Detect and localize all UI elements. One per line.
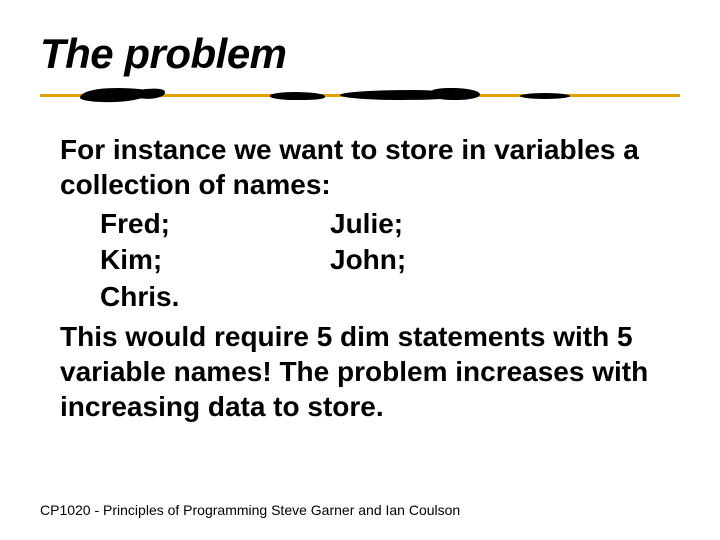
- name-item: Chris.: [100, 279, 330, 315]
- name-item: Julie;: [330, 206, 560, 242]
- name-row: Kim; John;: [100, 242, 670, 278]
- ink-blotch: [520, 93, 570, 99]
- name-row: Fred; Julie;: [100, 206, 670, 242]
- names-list: Fred; Julie; Kim; John; Chris.: [60, 206, 670, 315]
- slide-title: The problem: [40, 30, 680, 78]
- name-row: Chris.: [100, 279, 670, 315]
- outro-text: This would require 5 dim statements with…: [60, 319, 670, 424]
- slide: The problem For instance we want to stor…: [0, 0, 720, 540]
- title-underline: [40, 84, 680, 114]
- name-item: John;: [330, 242, 560, 278]
- slide-footer: CP1020 - Principles of Programming Steve…: [40, 502, 460, 518]
- name-item: Fred;: [100, 206, 330, 242]
- ink-blotch: [80, 87, 150, 103]
- intro-text: For instance we want to store in variabl…: [60, 132, 670, 202]
- ink-blotch: [340, 90, 460, 100]
- slide-body: For instance we want to store in variabl…: [40, 132, 680, 424]
- ink-blotch: [270, 92, 325, 100]
- name-item: Kim;: [100, 242, 330, 278]
